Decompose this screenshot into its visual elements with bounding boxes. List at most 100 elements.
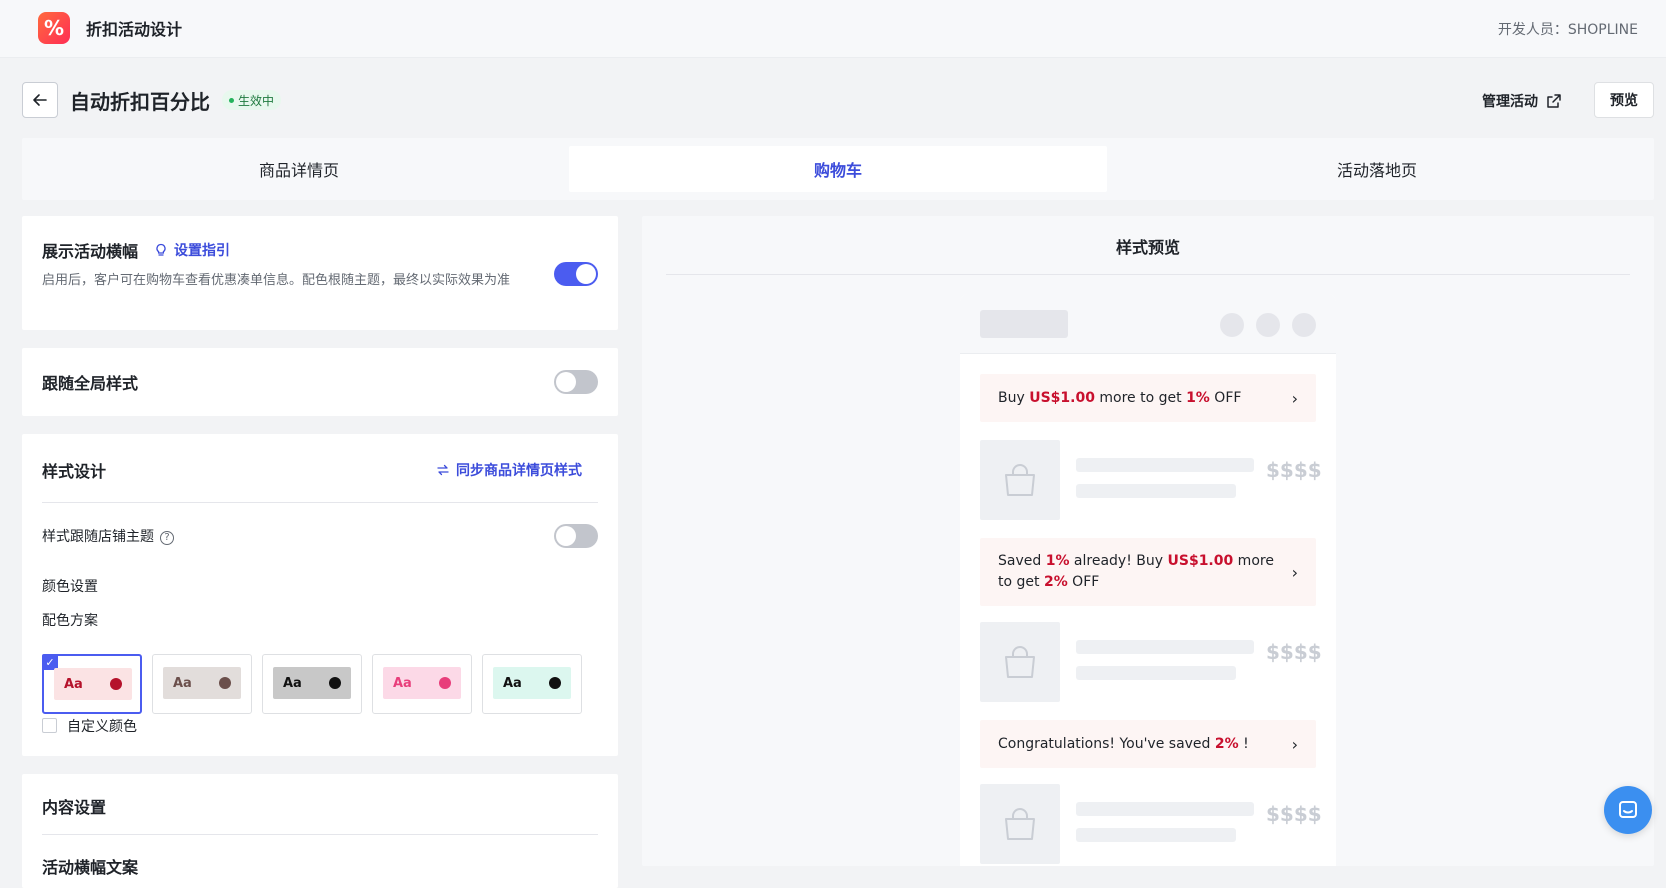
banner-text-part: Buy bbox=[998, 389, 1030, 406]
swatch-dot bbox=[110, 678, 122, 690]
product-image-placeholder bbox=[980, 784, 1060, 864]
discount-banner-2: Saved 1% already! Buy US$1.00 more to ge… bbox=[980, 538, 1316, 606]
global-style-toggle[interactable] bbox=[554, 370, 598, 394]
back-button[interactable] bbox=[22, 82, 58, 118]
style-design-title: 样式设计 bbox=[42, 462, 107, 481]
swatch-dot bbox=[219, 677, 231, 689]
product-image-placeholder bbox=[980, 440, 1060, 520]
shopping-bag-icon bbox=[1005, 646, 1035, 678]
app-logo: % bbox=[38, 12, 70, 44]
section-divider bbox=[42, 834, 598, 835]
developer-info: 开发人员：SHOPLINE bbox=[1497, 22, 1638, 38]
swatch-preview: Aa bbox=[54, 668, 132, 700]
app-title: 折扣活动设计 bbox=[86, 20, 183, 39]
manage-activity-label: 管理活动 bbox=[1482, 94, 1538, 110]
banner-highlight: 1% bbox=[1045, 553, 1070, 569]
banner-highlight: US$1.00 bbox=[1167, 553, 1234, 569]
discount-banner-1: Buy US$1.00 more to get 1% OFF › bbox=[980, 374, 1316, 422]
color-scheme-option-2[interactable]: Aa bbox=[152, 654, 252, 714]
placeholder-bar bbox=[980, 310, 1068, 338]
color-scheme-option-1[interactable]: ✓ Aa bbox=[42, 654, 142, 714]
sync-icon bbox=[437, 464, 449, 476]
banner-settings-title: 展示活动横幅 bbox=[42, 242, 139, 261]
swatch-preview: Aa bbox=[493, 667, 571, 699]
help-icon[interactable]: ? bbox=[160, 530, 174, 545]
product-price-placeholder: $$$$ bbox=[1266, 640, 1322, 664]
swatch-preview: Aa bbox=[273, 667, 351, 699]
banner-text-part: OFF bbox=[1209, 389, 1242, 406]
manage-activity-link[interactable]: 管理活动 bbox=[1482, 91, 1562, 111]
banner-highlight: 2% bbox=[1214, 735, 1239, 752]
cart-preview-header bbox=[960, 294, 1336, 354]
swatch-dot bbox=[329, 677, 341, 689]
global-style-card: 跟随全局样式 bbox=[22, 348, 618, 416]
color-scheme-label: 配色方案 bbox=[42, 613, 98, 629]
chevron-right-icon: › bbox=[1291, 734, 1298, 754]
sync-product-style-link[interactable]: 同步商品详情页样式 bbox=[436, 460, 582, 480]
product-title-placeholder bbox=[1076, 458, 1254, 472]
shopping-bag-icon bbox=[1005, 464, 1035, 496]
style-design-card: 样式设计 同步商品详情页样式 样式跟随店铺主题? 颜色设置 配色方案 ✓ Aa … bbox=[22, 434, 618, 756]
lightbulb-icon bbox=[156, 243, 166, 256]
discount-banner-3: Congratulations! You've saved 2% ! › bbox=[980, 720, 1316, 768]
color-scheme-option-5[interactable]: Aa bbox=[482, 654, 582, 714]
follow-theme-text: 样式跟随店铺主题 bbox=[42, 529, 154, 545]
color-scheme-option-4[interactable]: Aa bbox=[372, 654, 472, 714]
placeholder-circle bbox=[1292, 313, 1316, 337]
follow-theme-toggle[interactable] bbox=[554, 524, 598, 548]
swatch-text: Aa bbox=[64, 676, 83, 692]
tab-product-detail[interactable]: 商品详情页 bbox=[30, 146, 568, 192]
follow-theme-label: 样式跟随店铺主题? bbox=[42, 526, 174, 546]
swatch-text: Aa bbox=[393, 675, 412, 691]
sync-product-style-label: 同步商品详情页样式 bbox=[456, 463, 582, 479]
banner-text: Congratulations! You've saved 2% ! bbox=[998, 734, 1249, 755]
preview-button[interactable]: 预览 bbox=[1594, 82, 1654, 118]
product-title-placeholder bbox=[1076, 640, 1254, 654]
product-price-placeholder: $$$$ bbox=[1266, 802, 1322, 826]
product-price-placeholder: $$$$ bbox=[1266, 458, 1322, 482]
placeholder-circle bbox=[1256, 313, 1280, 337]
show-banner-toggle[interactable] bbox=[554, 262, 598, 286]
status-text: 生效中 bbox=[238, 93, 275, 108]
banner-highlight: 2% bbox=[1043, 574, 1068, 590]
chevron-right-icon: › bbox=[1291, 562, 1298, 582]
banner-text: Buy US$1.00 more to get 1% OFF bbox=[998, 388, 1241, 409]
swatch-text: Aa bbox=[283, 675, 302, 691]
custom-color-checkbox[interactable] bbox=[42, 718, 57, 733]
product-subtitle-placeholder bbox=[1076, 666, 1236, 680]
color-scheme-option-3[interactable]: Aa bbox=[262, 654, 362, 714]
style-preview-panel: 样式预览 Buy US$1.00 more to get 1% OFF › $$… bbox=[642, 216, 1654, 866]
global-style-title: 跟随全局样式 bbox=[42, 374, 139, 393]
setup-guide-label: 设置指引 bbox=[174, 243, 230, 259]
chat-icon bbox=[1619, 801, 1637, 818]
arrow-left-icon bbox=[33, 94, 47, 106]
banner-highlight: 1% bbox=[1186, 389, 1210, 406]
banner-copy-label: 活动横幅文案 bbox=[42, 858, 139, 877]
tab-landing-page[interactable]: 活动落地页 bbox=[1108, 146, 1646, 192]
swatch-text: Aa bbox=[173, 675, 192, 691]
setup-guide-link[interactable]: 设置指引 bbox=[154, 240, 230, 260]
tab-cart[interactable]: 购物车 bbox=[569, 146, 1107, 192]
status-badge: 生效中 bbox=[222, 90, 282, 110]
preview-divider bbox=[666, 274, 1630, 275]
banner-text-part: more to get bbox=[1094, 389, 1187, 406]
swatch-dot bbox=[549, 677, 561, 689]
swatch-preview: Aa bbox=[163, 667, 241, 699]
product-subtitle-placeholder bbox=[1076, 484, 1236, 498]
external-link-icon bbox=[1547, 94, 1561, 108]
product-image-placeholder bbox=[980, 622, 1060, 702]
chevron-right-icon: › bbox=[1291, 388, 1298, 408]
toggle-knob bbox=[576, 264, 596, 284]
top-bar: % 折扣活动设计 开发人员：SHOPLINE bbox=[0, 0, 1666, 58]
percent-icon: % bbox=[43, 16, 65, 40]
banner-text-part: Congratulations! You've saved bbox=[998, 735, 1215, 752]
chat-support-button[interactable] bbox=[1604, 786, 1652, 834]
swatch-dot bbox=[439, 677, 451, 689]
placeholder-circle bbox=[1220, 313, 1244, 337]
product-subtitle-placeholder bbox=[1076, 828, 1236, 842]
banner-settings-description: 启用后，客户可在购物车查看优惠凑单信息。配色根随主题，最终以实际效果为准 bbox=[42, 273, 511, 288]
custom-color-label: 自定义颜色 bbox=[67, 719, 137, 735]
swatch-text: Aa bbox=[503, 675, 522, 691]
product-title-placeholder bbox=[1076, 802, 1254, 816]
banner-highlight: US$1.00 bbox=[1029, 389, 1095, 406]
